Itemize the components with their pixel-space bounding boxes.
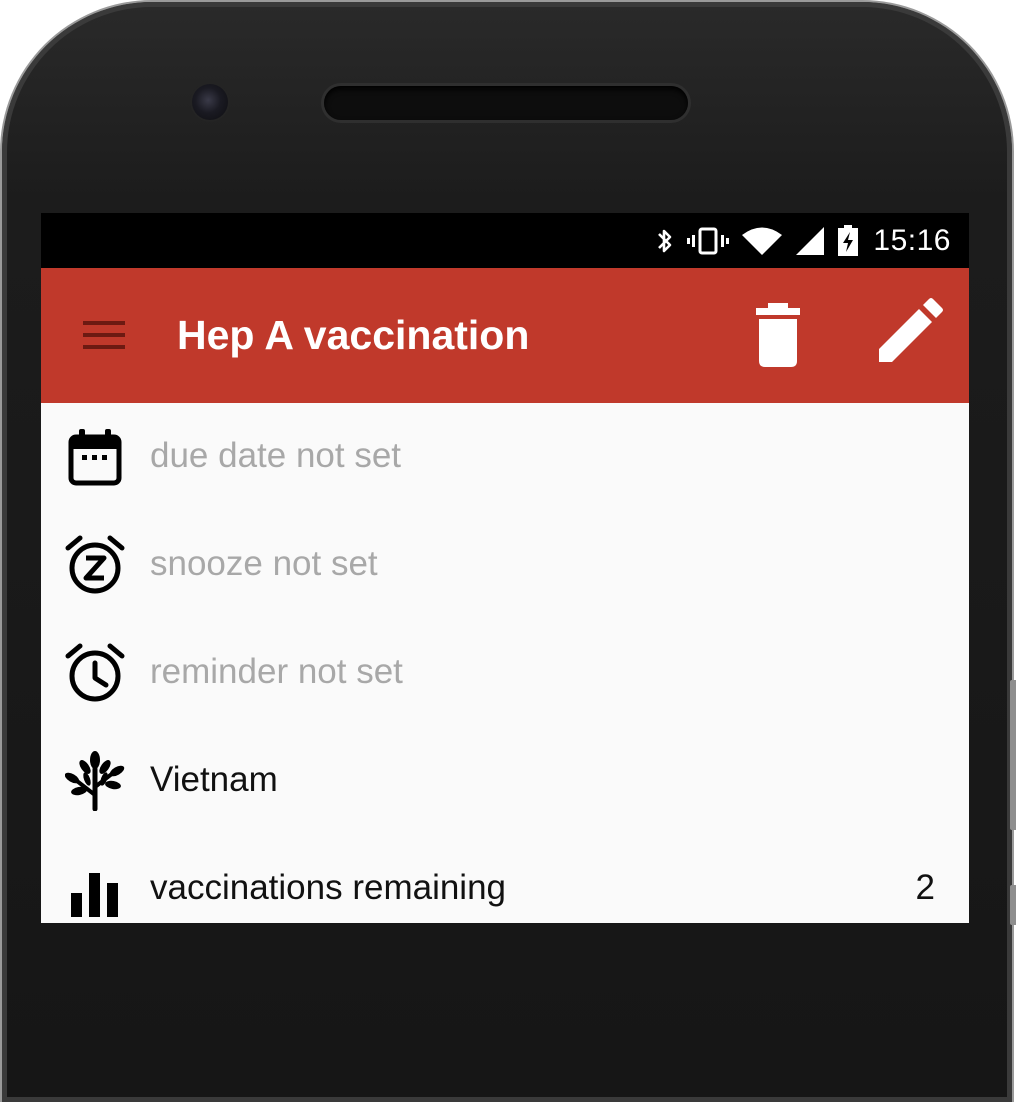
vaccinations-remaining-row[interactable]: vaccinations remaining 2 [41, 835, 969, 923]
app-screen: 15:16 Hep A vaccination due date not set… [41, 213, 969, 923]
due-date-row[interactable]: due date not set [41, 403, 969, 511]
snooze-alarm-icon [65, 535, 125, 594]
snooze-row[interactable]: snooze not set [41, 511, 969, 619]
delete-button[interactable] [753, 303, 803, 367]
alarm-clock-icon [65, 643, 125, 702]
battery-charging-icon [838, 224, 859, 256]
reminder-row[interactable]: reminder not set [41, 619, 969, 727]
earpiece-speaker [324, 86, 688, 120]
due-date-label: due date not set [150, 436, 402, 475]
edit-button[interactable] [875, 298, 943, 366]
destination-label: Vietnam [150, 760, 278, 799]
power-button[interactable] [1010, 885, 1016, 925]
bluetooth-icon [658, 229, 672, 252]
cell-signal-icon [796, 226, 825, 255]
bar-chart-icon [71, 873, 118, 917]
calendar-icon [68, 429, 122, 486]
tree-icon [65, 751, 125, 811]
trash-icon [756, 303, 800, 367]
reminder-label: reminder not set [150, 652, 403, 691]
volume-button[interactable] [1010, 680, 1016, 830]
vaccinations-remaining-label: vaccinations remaining [150, 868, 507, 907]
menu-icon[interactable] [81, 316, 127, 352]
vibrate-icon [687, 227, 730, 254]
status-clock: 15:16 [873, 223, 951, 257]
wifi-icon [742, 227, 783, 255]
snooze-label: snooze not set [150, 544, 378, 583]
vaccinations-remaining-count: 2 [915, 868, 935, 907]
status-icons: 15:16 [655, 213, 951, 268]
page-title: Hep A vaccination [177, 312, 530, 358]
app-toolbar: Hep A vaccination [41, 268, 969, 403]
edit-pencil-icon [879, 298, 943, 362]
front-camera [192, 84, 228, 120]
destination-row[interactable]: Vietnam [41, 727, 969, 835]
status-bar: 15:16 [41, 213, 969, 268]
